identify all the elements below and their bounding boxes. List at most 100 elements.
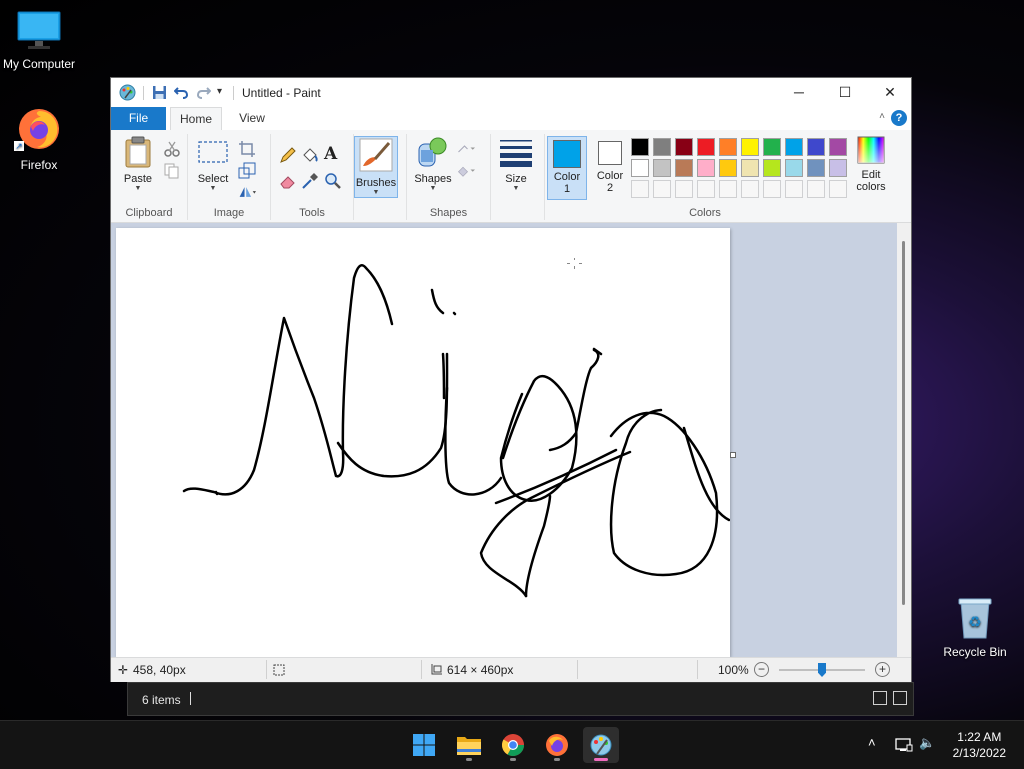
- palette-custom-slot[interactable]: [785, 180, 803, 198]
- palette-color-swatch[interactable]: [763, 159, 781, 177]
- drawing-canvas[interactable]: [116, 228, 730, 657]
- help-icon[interactable]: ?: [891, 110, 907, 126]
- clock-date: 2/13/2022: [952, 746, 1006, 760]
- palette-color-swatch[interactable]: [763, 138, 781, 156]
- taskbar-firefox[interactable]: [539, 727, 575, 763]
- taskbar-paint[interactable]: [583, 727, 619, 763]
- palette-custom-slot[interactable]: [631, 180, 649, 198]
- zoom-slider-thumb[interactable]: [818, 663, 826, 677]
- palette-color-swatch[interactable]: [719, 159, 737, 177]
- color-picker-icon[interactable]: [301, 172, 319, 190]
- resize-icon[interactable]: [238, 162, 256, 180]
- pencil-icon[interactable]: [279, 146, 297, 164]
- zoom-in-button[interactable]: +: [875, 662, 890, 677]
- color1-button[interactable]: Color 1: [547, 136, 587, 200]
- shapes-group-label: Shapes: [429, 207, 468, 219]
- palette-custom-slot[interactable]: [741, 180, 759, 198]
- palette-custom-slot[interactable]: [829, 180, 847, 198]
- vertical-scrollbar[interactable]: [897, 223, 911, 657]
- edit-colors-button[interactable]: Edit colors: [851, 136, 891, 193]
- desktop-icon-firefox[interactable]: ↗ Firefox: [0, 105, 81, 172]
- selection-icon: [198, 141, 228, 163]
- minimize-button[interactable]: ─: [776, 78, 822, 107]
- running-indicator: [594, 758, 608, 761]
- maximize-button[interactable]: ☐: [822, 78, 868, 107]
- brushes-button[interactable]: Brushes ▼: [354, 136, 398, 198]
- eraser-icon[interactable]: [279, 172, 297, 190]
- collapse-ribbon-icon[interactable]: ˄: [879, 111, 885, 122]
- copy-icon[interactable]: [163, 162, 181, 180]
- shortcut-arrow-icon: ↗: [14, 141, 24, 151]
- zoom-out-button[interactable]: −: [754, 662, 769, 677]
- tab-view[interactable]: View: [229, 107, 275, 130]
- palette-custom-slot[interactable]: [807, 180, 825, 198]
- outline-icon[interactable]: [457, 140, 475, 158]
- fill-icon[interactable]: [457, 162, 475, 180]
- resize-handle-right[interactable]: [730, 452, 736, 458]
- chevron-up-icon[interactable]: ˄: [868, 735, 876, 750]
- palette-color-swatch[interactable]: [653, 138, 671, 156]
- scrollbar-thumb[interactable]: [902, 241, 905, 605]
- palette-color-swatch[interactable]: [785, 159, 803, 177]
- customize-quick-access-icon[interactable]: ▾: [217, 86, 222, 97]
- taskbar-chrome[interactable]: [495, 727, 531, 763]
- palette-color-swatch[interactable]: [631, 159, 649, 177]
- start-button[interactable]: [406, 727, 442, 763]
- desktop-icon-my-computer[interactable]: My Computer: [0, 10, 81, 71]
- paint-app-icon[interactable]: [119, 84, 136, 101]
- shapes-label: Shapes: [414, 173, 452, 185]
- select-button[interactable]: Select ▼: [192, 136, 234, 193]
- canvas-workspace: [111, 223, 911, 657]
- redo-icon[interactable]: [196, 85, 211, 100]
- text-tool-icon[interactable]: A: [324, 144, 342, 164]
- crop-icon[interactable]: [238, 140, 256, 158]
- magnifier-icon[interactable]: [324, 172, 342, 190]
- palette-color-swatch[interactable]: [675, 159, 693, 177]
- title-bar[interactable]: ▾ Untitled - Paint ─ ☐ ✕: [111, 78, 911, 107]
- ribbon: Paste ▼ Clipboard Select ▼ Image A Tools…: [111, 130, 911, 223]
- palette-color-swatch[interactable]: [829, 138, 847, 156]
- fill-bucket-icon[interactable]: [301, 146, 319, 164]
- size-button[interactable]: Size ▼: [496, 136, 536, 193]
- shapes-icon: [418, 137, 447, 167]
- save-icon[interactable]: [152, 85, 167, 100]
- running-indicator: [554, 758, 560, 761]
- windows-logo-icon: [413, 734, 435, 756]
- palette-custom-slot[interactable]: [719, 180, 737, 198]
- cut-icon[interactable]: [163, 140, 181, 158]
- rotate-icon[interactable]: [238, 183, 256, 201]
- palette-color-swatch[interactable]: [653, 159, 671, 177]
- tab-home[interactable]: Home: [170, 107, 222, 131]
- palette-custom-slot[interactable]: [697, 180, 715, 198]
- undo-icon[interactable]: [174, 85, 189, 100]
- shapes-button[interactable]: Shapes ▼: [413, 136, 453, 193]
- details-view-icon[interactable]: [873, 691, 887, 705]
- palette-color-swatch[interactable]: [807, 138, 825, 156]
- palette-color-swatch[interactable]: [807, 159, 825, 177]
- network-icon[interactable]: [895, 737, 913, 753]
- ribbon-tabs: File Home View ˄ ?: [111, 107, 911, 131]
- palette-custom-slot[interactable]: [675, 180, 693, 198]
- palette-color-swatch[interactable]: [785, 138, 803, 156]
- close-button[interactable]: ✕: [867, 78, 913, 107]
- palette-color-swatch[interactable]: [741, 138, 759, 156]
- desktop-icon-recycle-bin[interactable]: ♻ Recycle Bin: [933, 596, 1017, 659]
- palette-color-swatch[interactable]: [741, 159, 759, 177]
- palette-color-swatch[interactable]: [697, 159, 715, 177]
- palette-color-swatch[interactable]: [829, 159, 847, 177]
- palette-color-swatch[interactable]: [697, 138, 715, 156]
- taskbar-file-explorer[interactable]: [451, 727, 487, 763]
- taskbar-clock[interactable]: 1:22 AM 2/13/2022: [953, 729, 1006, 761]
- clipboard-group: Paste ▼ Clipboard: [111, 134, 188, 220]
- volume-icon[interactable]: 🔈: [919, 735, 935, 751]
- paste-button[interactable]: Paste ▼: [117, 136, 159, 193]
- color2-button[interactable]: Color 2: [591, 136, 629, 200]
- tab-file[interactable]: File: [111, 107, 166, 130]
- large-icons-view-icon[interactable]: [893, 691, 907, 705]
- palette-custom-slot[interactable]: [653, 180, 671, 198]
- palette-custom-slot[interactable]: [763, 180, 781, 198]
- clipboard-group-label: Clipboard: [125, 207, 173, 219]
- palette-color-swatch[interactable]: [719, 138, 737, 156]
- palette-color-swatch[interactable]: [675, 138, 693, 156]
- palette-color-swatch[interactable]: [631, 138, 649, 156]
